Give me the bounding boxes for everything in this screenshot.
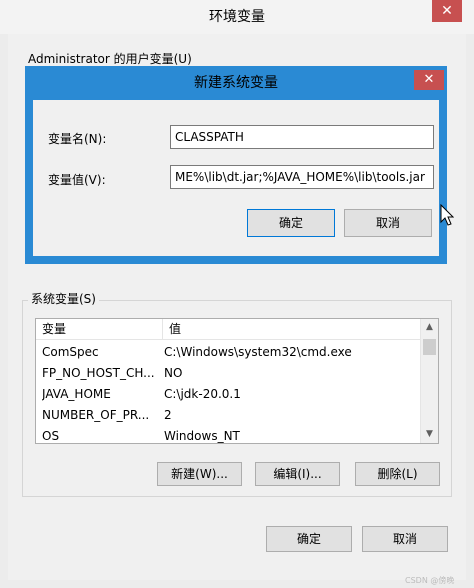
variable-value: C:\jdk-20.0.1: [164, 387, 241, 401]
list-scrollbar[interactable]: ▲ ▼: [420, 319, 438, 443]
dialog-close-button[interactable]: ✕: [414, 70, 444, 90]
variable-name: JAVA_HOME: [42, 387, 111, 401]
variable-value-label: 变量值(V):: [48, 173, 106, 187]
user-variables-label: Administrator 的用户变量(U): [28, 52, 192, 66]
edit-variable-button[interactable]: 编辑(I)...: [255, 462, 340, 486]
column-header-value[interactable]: 值: [163, 319, 424, 340]
scroll-down-arrow-icon[interactable]: ▼: [421, 426, 438, 443]
variable-name: ComSpec: [42, 345, 99, 359]
dialog-ok-button[interactable]: 确定: [247, 209, 335, 237]
variable-name: OS: [42, 429, 60, 443]
scroll-up-arrow-icon[interactable]: ▲: [421, 319, 438, 336]
delete-variable-button[interactable]: 删除(L): [355, 462, 440, 486]
scroll-thumb[interactable]: [423, 339, 436, 355]
dialog-title: 新建系统变量: [194, 75, 278, 91]
variable-value: C:\Windows\system32\cmd.exe: [164, 345, 352, 359]
list-item[interactable]: OS Windows_NT: [36, 425, 420, 443]
list-item[interactable]: ComSpec C:\Windows\system32\cmd.exe: [36, 341, 420, 363]
variable-name: FP_NO_HOST_CH...: [42, 366, 155, 380]
watermark: CSDN @傍晚: [405, 576, 455, 585]
cancel-button[interactable]: 取消: [362, 526, 448, 552]
variable-value: 2: [164, 408, 172, 422]
system-variables-list[interactable]: 变量 值 ComSpec C:\Windows\system32\cmd.exe…: [35, 318, 439, 444]
variable-value: Windows_NT: [164, 429, 240, 443]
window-title: 环境变量: [0, 0, 474, 34]
mouse-pointer-icon: [440, 204, 454, 226]
variable-name-input[interactable]: CLASSPATH: [170, 125, 434, 149]
list-item[interactable]: NUMBER_OF_PR... 2: [36, 404, 420, 426]
list-item[interactable]: JAVA_HOME C:\jdk-20.0.1: [36, 383, 420, 405]
column-header-variable[interactable]: 变量: [36, 319, 163, 340]
dialog-cancel-button[interactable]: 取消: [344, 209, 432, 237]
system-variables-label: 系统变量(S): [28, 290, 99, 307]
new-variable-button[interactable]: 新建(W)...: [157, 462, 242, 486]
variable-value: NO: [164, 366, 183, 380]
variable-value-input[interactable]: ME%\lib\dt.jar;%JAVA_HOME%\lib\tools.jar: [170, 165, 434, 189]
variable-name-label: 变量名(N):: [48, 132, 107, 146]
window-close-button[interactable]: ✕: [432, 0, 462, 22]
variable-name: NUMBER_OF_PR...: [42, 408, 150, 422]
ok-button[interactable]: 确定: [266, 526, 352, 552]
list-item[interactable]: FP_NO_HOST_CH... NO: [36, 362, 420, 384]
